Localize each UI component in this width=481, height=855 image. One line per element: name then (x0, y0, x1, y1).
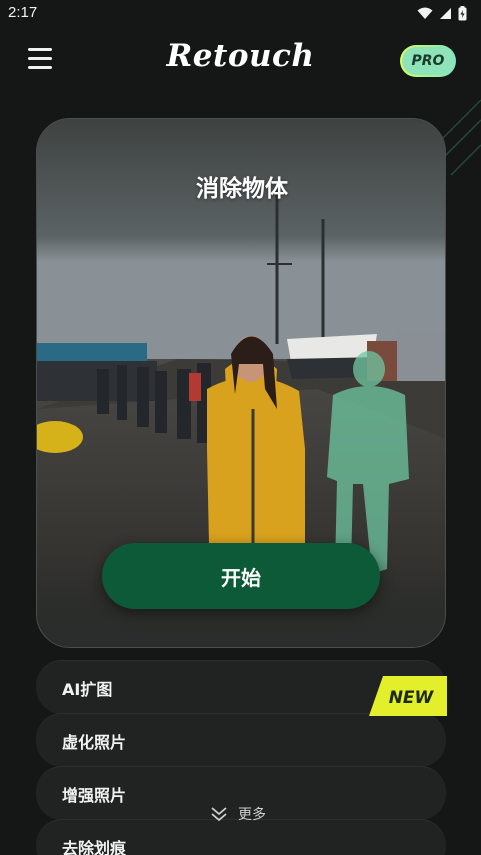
chevron-double-down-icon (211, 807, 227, 822)
app-header: Retouch PRO (0, 36, 481, 86)
more-label: 更多 (238, 807, 266, 823)
status-icons (417, 6, 467, 21)
hero-title: 消除物体 (196, 176, 288, 202)
pro-label: PRO (402, 47, 454, 75)
new-badge-label: NEW (389, 688, 435, 708)
signal-icon (440, 8, 451, 19)
wifi-icon (417, 7, 433, 19)
battery-icon (458, 6, 467, 21)
feature-item-blur-photo[interactable]: 虚化照片 (36, 713, 446, 767)
feature-item-remove-scratches[interactable]: 去除划痕 (36, 819, 446, 855)
status-bar: 2:17 (0, 0, 481, 28)
status-time: 2:17 (8, 4, 38, 21)
new-badge: NEW (369, 676, 447, 716)
start-button[interactable]: 开始 (102, 543, 380, 609)
pro-button[interactable]: PRO (400, 45, 456, 77)
more-button[interactable]: 更多 (210, 804, 266, 824)
